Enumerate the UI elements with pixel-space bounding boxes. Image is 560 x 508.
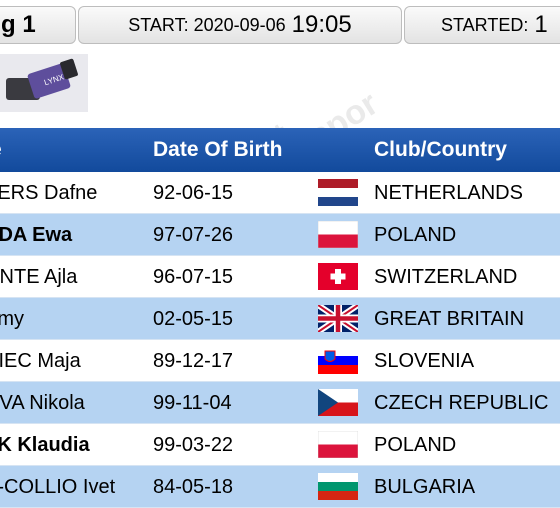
poland-flag-icon: [318, 221, 358, 248]
club-country: GREAT BRITAIN: [374, 308, 525, 330]
heat-title: g 1: [1, 11, 36, 38]
czech-flag-icon: [318, 389, 358, 416]
club-country: SLOVENIA: [374, 350, 475, 372]
top-info-bar: g 1 START: 2020-09-06 19:05 STARTED: 1: [0, 0, 560, 48]
poland-flag-icon: [318, 431, 358, 458]
date-of-birth: 92-06-15: [153, 182, 234, 204]
club-country: POLAND: [374, 434, 457, 456]
table-header: e Date Of Birth Club/Country: [0, 128, 560, 172]
table-row[interactable]: DDA Ewa 97-07-26 POLAND: [0, 214, 560, 256]
club-country: SWITZERLAND: [374, 266, 518, 288]
athlete-name: NIEC Maja: [0, 350, 81, 372]
club-country: BULGARIA: [374, 476, 476, 498]
club-country: CZECH REPUBLIC: [374, 392, 549, 414]
heat-title-box: g 1: [0, 6, 76, 44]
date-of-birth: 89-12-17: [153, 350, 234, 372]
start-list-table: e Date Of Birth Club/Country PERS Dafne 9…: [0, 128, 560, 508]
athlete-name: PERS Dafne: [0, 182, 98, 204]
table-row[interactable]: A-COLLIO Ivet 84-05-18 BULGARIA: [0, 466, 560, 508]
athlete-name: EK Klaudia: [0, 434, 90, 456]
athlete-name: Amy: [0, 308, 24, 330]
date-of-birth: 96-07-15: [153, 266, 234, 288]
start-time-box: START: 2020-09-06 19:05: [78, 6, 402, 44]
start-label: START: 2020-09-06: [128, 14, 286, 35]
club-country: POLAND: [374, 224, 457, 246]
col-header-club: Club/Country: [374, 138, 507, 161]
started-box: STARTED: 1: [404, 6, 560, 44]
date-of-birth: 97-07-26: [153, 224, 234, 246]
table-row[interactable]: PERS Dafne 92-06-15 NETHERLANDS: [0, 172, 560, 214]
athlete-name: A-COLLIO Ivet: [0, 476, 116, 498]
lynx-camera-logo: LYNX: [0, 54, 88, 112]
start-time: 19:05: [291, 11, 352, 38]
athlete-name: ONTE Ajla: [0, 266, 78, 288]
date-of-birth: 02-05-15: [153, 308, 234, 330]
date-of-birth: 99-03-22: [153, 434, 234, 456]
table-row[interactable]: ONTE Ajla 96-07-15 SWITZERLAND: [0, 256, 560, 298]
club-country: NETHERLANDS: [374, 182, 523, 204]
athlete-name: DDA Ewa: [0, 224, 73, 246]
date-of-birth: 84-05-18: [153, 476, 234, 498]
table-body: PERS Dafne 92-06-15 NETHERLANDS DDA Ewa 97-0…: [0, 172, 560, 508]
switzerland-flag-icon: [318, 263, 358, 290]
table-row[interactable]: OVA Nikola 99-11-04 CZECH REPUBLIC: [0, 382, 560, 424]
table-row[interactable]: Amy 02-05-15 GREAT BRITAIN: [0, 298, 560, 340]
col-header-dob: Date Of Birth: [153, 138, 283, 161]
slovenia-flag-icon: [318, 347, 358, 374]
table-row[interactable]: NIEC Maja 89-12-17 SLOVENIA: [0, 340, 560, 382]
table-row[interactable]: EK Klaudia 99-03-22 POLAND: [0, 424, 560, 466]
date-of-birth: 99-11-04: [153, 392, 232, 414]
bulgaria-flag-icon: [318, 473, 358, 500]
col-header-name: e: [0, 138, 2, 162]
great-britain-flag-icon: [318, 305, 358, 332]
started-value: 1: [534, 11, 548, 38]
athlete-name: OVA Nikola: [0, 392, 85, 414]
netherlands-flag-icon: [318, 179, 358, 206]
started-label: STARTED:: [441, 14, 529, 35]
